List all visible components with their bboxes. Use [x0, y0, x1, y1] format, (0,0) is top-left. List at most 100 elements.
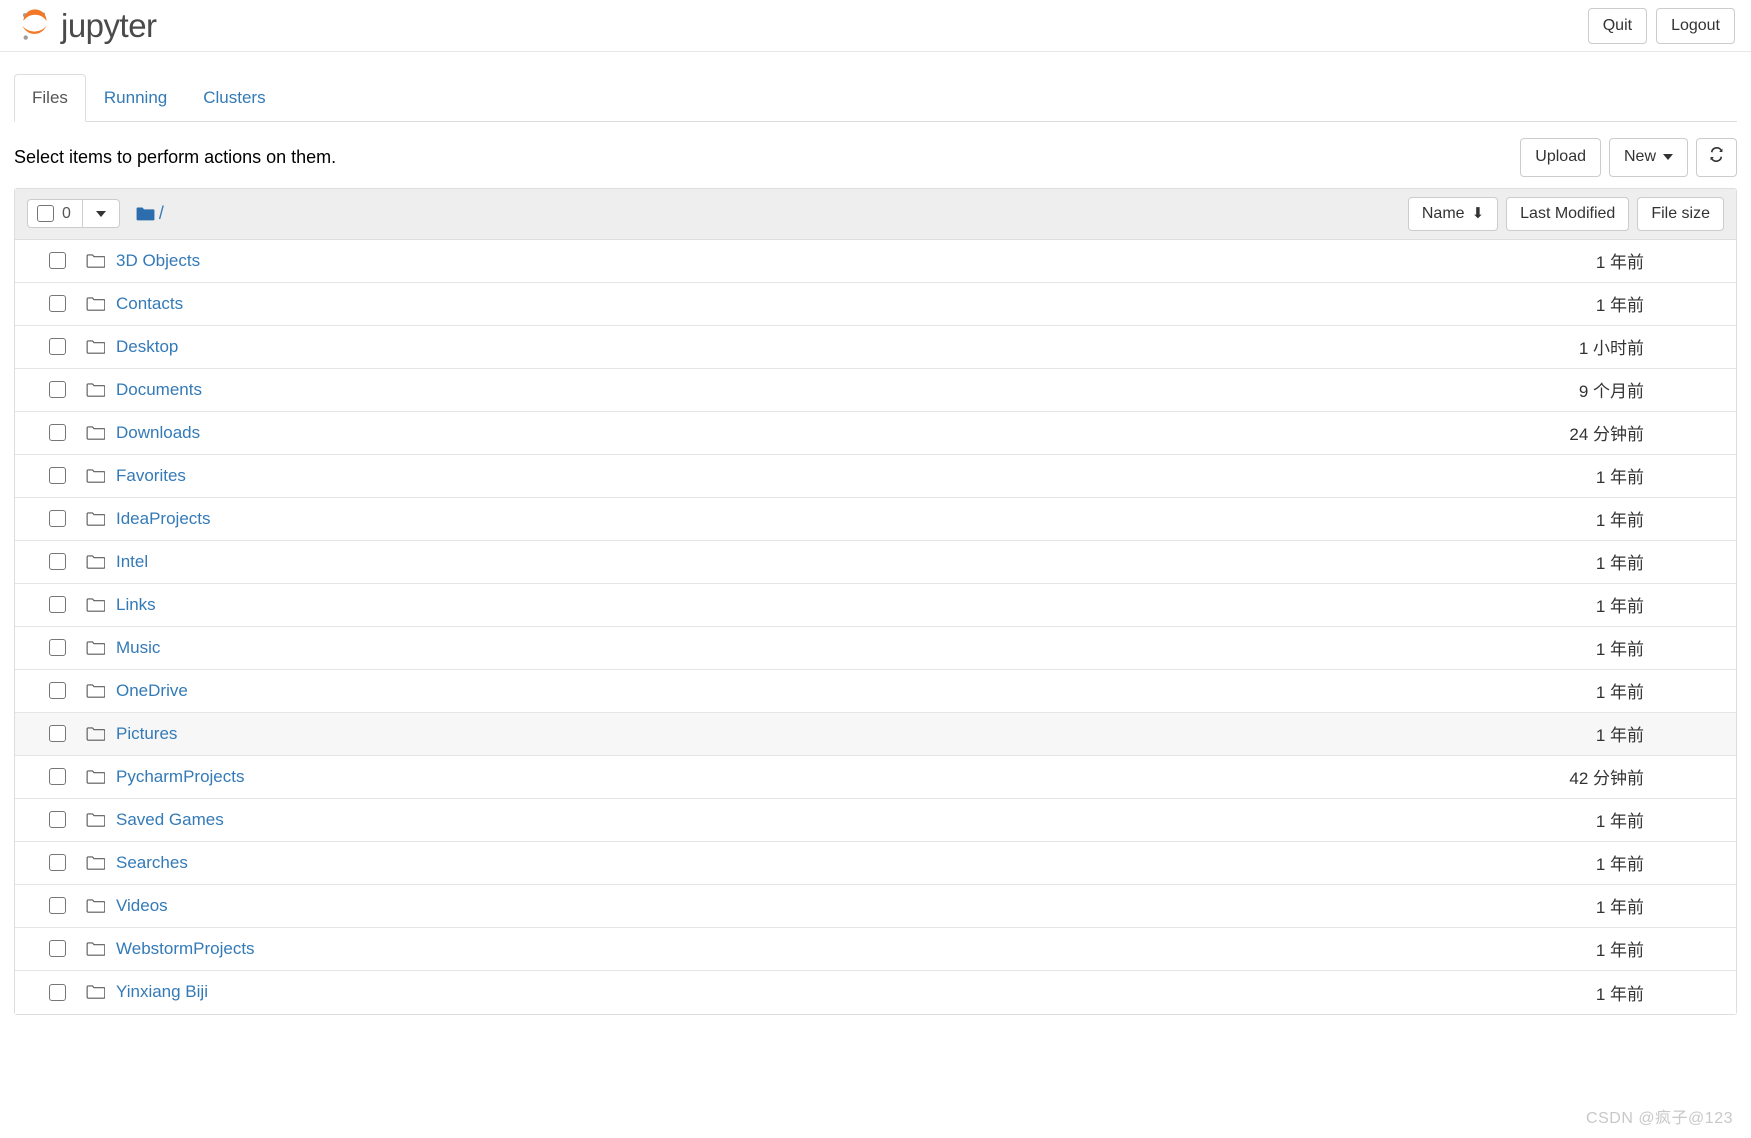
- table-row[interactable]: Intel 1 年前: [15, 540, 1736, 584]
- new-dropdown-button[interactable]: New: [1608, 137, 1688, 177]
- row-checkbox[interactable]: [49, 725, 66, 743]
- row-checkbox[interactable]: [49, 983, 66, 1001]
- row-checkbox[interactable]: [49, 854, 66, 872]
- action-buttons: Upload New: [1520, 137, 1737, 177]
- tabs-container: Files Running Clusters: [0, 52, 1751, 122]
- arrow-down-icon: ⬇: [1471, 205, 1485, 223]
- file-name-link[interactable]: WebstormProjects: [116, 938, 255, 960]
- last-modified: 1 年前: [1595, 984, 1644, 1004]
- last-modified: 1 年前: [1595, 511, 1644, 531]
- select-all-dropdown-button[interactable]: [82, 199, 120, 229]
- table-row[interactable]: Desktop 1 小时前: [15, 325, 1736, 369]
- sort-by-name-button[interactable]: Name ⬇: [1407, 196, 1499, 231]
- breadcrumb-root[interactable]: /: [159, 203, 164, 224]
- table-row[interactable]: Music 1 年前: [15, 626, 1736, 670]
- row-checkbox[interactable]: [49, 553, 66, 571]
- tab-running[interactable]: Running: [86, 74, 185, 122]
- row-checkbox[interactable]: [49, 682, 66, 700]
- file-name-link[interactable]: Music: [116, 637, 160, 659]
- row-checkbox[interactable]: [49, 467, 66, 485]
- file-name-link[interactable]: Intel: [116, 551, 148, 573]
- table-row[interactable]: Links 1 年前: [15, 583, 1736, 627]
- selected-count: 0: [62, 204, 71, 222]
- sort-name-label: Name: [1421, 204, 1465, 222]
- file-rows: 3D Objects 1 年前 Contacts 1 年前 Desktop 1 小时前 Do…: [15, 239, 1736, 1014]
- table-row[interactable]: Contacts 1 年前: [15, 282, 1736, 326]
- app-header: jupyter Quit Logout: [0, 0, 1751, 52]
- file-name-link[interactable]: Saved Games: [116, 809, 224, 831]
- table-row[interactable]: Pictures 1 年前: [15, 712, 1736, 756]
- select-all-checkbox[interactable]: [37, 205, 54, 223]
- last-modified: 1 年前: [1595, 941, 1644, 961]
- tab-files[interactable]: Files: [14, 74, 86, 122]
- row-checkbox[interactable]: [49, 338, 66, 356]
- table-row[interactable]: 3D Objects 1 年前: [15, 239, 1736, 283]
- row-checkbox[interactable]: [49, 424, 66, 442]
- table-row[interactable]: Saved Games 1 年前: [15, 798, 1736, 842]
- row-checkbox[interactable]: [49, 510, 66, 528]
- file-name-link[interactable]: Yinxiang Biji: [116, 981, 208, 1003]
- file-name-link[interactable]: Videos: [116, 895, 168, 917]
- table-row[interactable]: PycharmProjects 42 分钟前: [15, 755, 1736, 799]
- folder-icon: [86, 382, 106, 398]
- row-checkbox[interactable]: [49, 639, 66, 657]
- row-checkbox[interactable]: [49, 768, 66, 786]
- file-name-link[interactable]: Contacts: [116, 293, 183, 315]
- file-name-link[interactable]: Pictures: [116, 723, 177, 745]
- folder-icon: [86, 253, 106, 269]
- logout-button[interactable]: Logout: [1656, 7, 1735, 44]
- row-checkbox[interactable]: [49, 596, 66, 614]
- file-name-link[interactable]: 3D Objects: [116, 250, 200, 272]
- chevron-down-icon: [1663, 154, 1673, 161]
- folder-icon: [86, 339, 106, 355]
- quit-button[interactable]: Quit: [1587, 7, 1648, 44]
- row-checkbox[interactable]: [49, 252, 66, 270]
- file-name-link[interactable]: IdeaProjects: [116, 508, 211, 530]
- row-checkbox[interactable]: [49, 811, 66, 829]
- last-modified: 1 年前: [1595, 855, 1644, 875]
- row-checkbox[interactable]: [49, 381, 66, 399]
- new-button-label: New: [1623, 148, 1656, 166]
- table-row[interactable]: OneDrive 1 年前: [15, 669, 1736, 713]
- file-name-link[interactable]: Favorites: [116, 465, 186, 487]
- folder-icon: [86, 597, 106, 613]
- sort-by-modified-button[interactable]: Last Modified: [1506, 196, 1630, 231]
- jupyter-logo-icon: [18, 8, 52, 43]
- row-checkbox[interactable]: [49, 940, 66, 958]
- select-all-button[interactable]: 0: [27, 199, 83, 229]
- folder-icon: [86, 554, 106, 570]
- table-row[interactable]: Yinxiang Biji 1 年前: [15, 970, 1736, 1014]
- file-name-link[interactable]: Searches: [116, 852, 188, 874]
- upload-button[interactable]: Upload: [1520, 137, 1601, 177]
- row-checkbox[interactable]: [49, 897, 66, 915]
- jupyter-brand-link[interactable]: jupyter: [18, 8, 157, 43]
- file-name-link[interactable]: Links: [116, 594, 156, 616]
- file-name-link[interactable]: OneDrive: [116, 680, 188, 702]
- watermark: CSDN @疯子@123: [1586, 1110, 1733, 1127]
- tab-clusters[interactable]: Clusters: [185, 74, 283, 122]
- table-row[interactable]: Videos 1 年前: [15, 884, 1736, 928]
- last-modified: 9 个月前: [1578, 382, 1644, 402]
- table-row[interactable]: WebstormProjects 1 年前: [15, 927, 1736, 971]
- row-checkbox[interactable]: [49, 295, 66, 313]
- folder-icon: [86, 468, 106, 484]
- file-name-link[interactable]: Desktop: [116, 336, 178, 358]
- file-name-link[interactable]: Documents: [116, 379, 202, 401]
- select-all-group: 0: [27, 199, 120, 229]
- file-name-link[interactable]: Downloads: [116, 422, 200, 444]
- file-name-link[interactable]: PycharmProjects: [116, 766, 244, 788]
- table-row[interactable]: Documents 9 个月前: [15, 368, 1736, 412]
- table-row[interactable]: Searches 1 年前: [15, 841, 1736, 885]
- last-modified: 1 年前: [1595, 898, 1644, 918]
- table-row[interactable]: Downloads 24 分钟前: [15, 411, 1736, 455]
- refresh-button[interactable]: [1696, 137, 1737, 177]
- sort-by-size-button[interactable]: File size: [1637, 196, 1724, 231]
- folder-icon: [86, 769, 106, 785]
- last-modified: 1 年前: [1595, 640, 1644, 660]
- table-row[interactable]: Favorites 1 年前: [15, 454, 1736, 498]
- folder-icon: [86, 296, 106, 312]
- last-modified: 1 年前: [1595, 597, 1644, 617]
- main-tabs: Files Running Clusters: [14, 74, 1737, 122]
- table-row[interactable]: IdeaProjects 1 年前: [15, 497, 1736, 541]
- last-modified: 1 年前: [1595, 683, 1644, 703]
